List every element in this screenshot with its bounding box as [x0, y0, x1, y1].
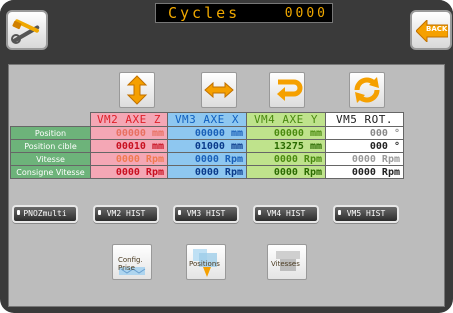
column-header: VM2 AXE Z [90, 112, 168, 127]
settings-button[interactable] [6, 10, 48, 50]
pnozmulti-button[interactable]: PNOZmulti [12, 205, 78, 223]
vertical-arrow-icon [126, 75, 148, 105]
vm4-target-input[interactable]: 13275 mm [246, 139, 326, 153]
back-arrow-icon: BACK [415, 18, 449, 44]
button-label: VM2 HIST [106, 209, 146, 218]
indicator-icon [98, 210, 101, 215]
cycle-counter: 0000 [284, 6, 328, 21]
row-label: Position cible [10, 139, 91, 153]
rotation-icon [354, 77, 380, 103]
vm3-target-input[interactable]: 01000 mm [167, 139, 247, 153]
button-label: VM5 HIST [346, 209, 386, 218]
wrench-screwdriver-icon [11, 19, 40, 44]
hmi-frame: Cycles 0000 BACK VM2 AXE Z VM3 AXE X VM4… [0, 0, 453, 313]
vm5-speed-setpoint-input[interactable]: 0000 Rpm [325, 165, 404, 179]
back-label: BACK [426, 25, 448, 33]
vm5-position-value: 000 ° [325, 126, 404, 140]
config-prise-label: Config. Prise [118, 256, 143, 272]
vm2-hist-button[interactable]: VM2 HIST [93, 205, 159, 223]
vm4-speed-value: 0000 Rpm [246, 152, 326, 166]
header-bar: Cycles 0000 BACK [0, 0, 453, 62]
row-label: Position [10, 126, 91, 140]
vitesses-label: Vitesses [271, 260, 300, 268]
vm4-speed-setpoint-input[interactable]: 0000 Rpm [246, 165, 326, 179]
axis-z-button[interactable] [119, 72, 155, 108]
button-label: PNOZmulti [23, 209, 67, 218]
vm4-position-value: 00000 mm [246, 126, 326, 140]
vm4-hist-button[interactable]: VM4 HIST [253, 205, 319, 223]
back-button[interactable]: BACK [410, 10, 452, 50]
indicator-icon [338, 210, 341, 215]
horizontal-arrow-icon [204, 81, 234, 99]
indicator-icon [17, 210, 20, 215]
table-row: Consigne Vitesse 0000 Rpm 0000 Rpm 0000 … [10, 165, 404, 179]
row-label: Consigne Vitesse [10, 165, 91, 179]
return-arrow-icon [277, 79, 303, 101]
column-header: VM3 AXE X [167, 112, 247, 127]
indicator-icon [258, 210, 261, 215]
vm2-target-input[interactable]: 00010 mm [90, 139, 168, 153]
indicator-icon [178, 210, 181, 215]
vm5-hist-button[interactable]: VM5 HIST [333, 205, 399, 223]
vm2-speed-setpoint-input[interactable]: 0000 Rpm [90, 165, 168, 179]
vm3-speed-setpoint-input[interactable]: 0000 Rpm [167, 165, 247, 179]
main-panel: VM2 AXE Z VM3 AXE X VM4 AXE Y VM5 ROT. P… [8, 64, 445, 307]
axis-rot-button[interactable] [349, 72, 385, 108]
button-label: VM3 HIST [186, 209, 226, 218]
vm5-target-input[interactable]: 000 ° [325, 139, 404, 153]
table-header-row: VM2 AXE Z VM3 AXE X VM4 AXE Y VM5 ROT. [11, 112, 404, 127]
vitesses-button[interactable]: Vitesses [267, 244, 307, 280]
row-label: Vitesse [10, 152, 91, 166]
table-row: Position cible 00010 mm 01000 mm 13275 m… [10, 139, 404, 153]
vm3-speed-value: 0000 Rpm [167, 152, 247, 166]
title-display: Cycles 0000 [155, 3, 333, 23]
positions-button[interactable]: Positions [186, 244, 226, 280]
axis-y-button[interactable] [269, 72, 305, 108]
table-row: Vitesse 0000 Rpm 0000 Rpm 0000 Rpm 0000 … [10, 152, 404, 166]
config-prise-button[interactable]: Config. Prise [112, 244, 152, 280]
column-header: VM5 ROT. [325, 112, 404, 127]
column-header: VM4 AXE Y [246, 112, 326, 127]
vm2-position-value: 00000 mm [90, 126, 168, 140]
vm3-hist-button[interactable]: VM3 HIST [173, 205, 239, 223]
axes-table: VM2 AXE Z VM3 AXE X VM4 AXE Y VM5 ROT. P… [10, 112, 404, 179]
button-label: VM4 HIST [266, 209, 306, 218]
vm5-speed-value: 0000 Rpm [325, 152, 404, 166]
axis-x-button[interactable] [201, 72, 237, 108]
vm3-position-value: 00000 mm [167, 126, 247, 140]
page-title: Cycles [168, 4, 241, 22]
vm2-speed-value: 0000 Rpm [90, 152, 168, 166]
positions-label: Positions [189, 260, 220, 268]
table-row: Position 00000 mm 00000 mm 00000 mm 000 … [10, 126, 404, 140]
